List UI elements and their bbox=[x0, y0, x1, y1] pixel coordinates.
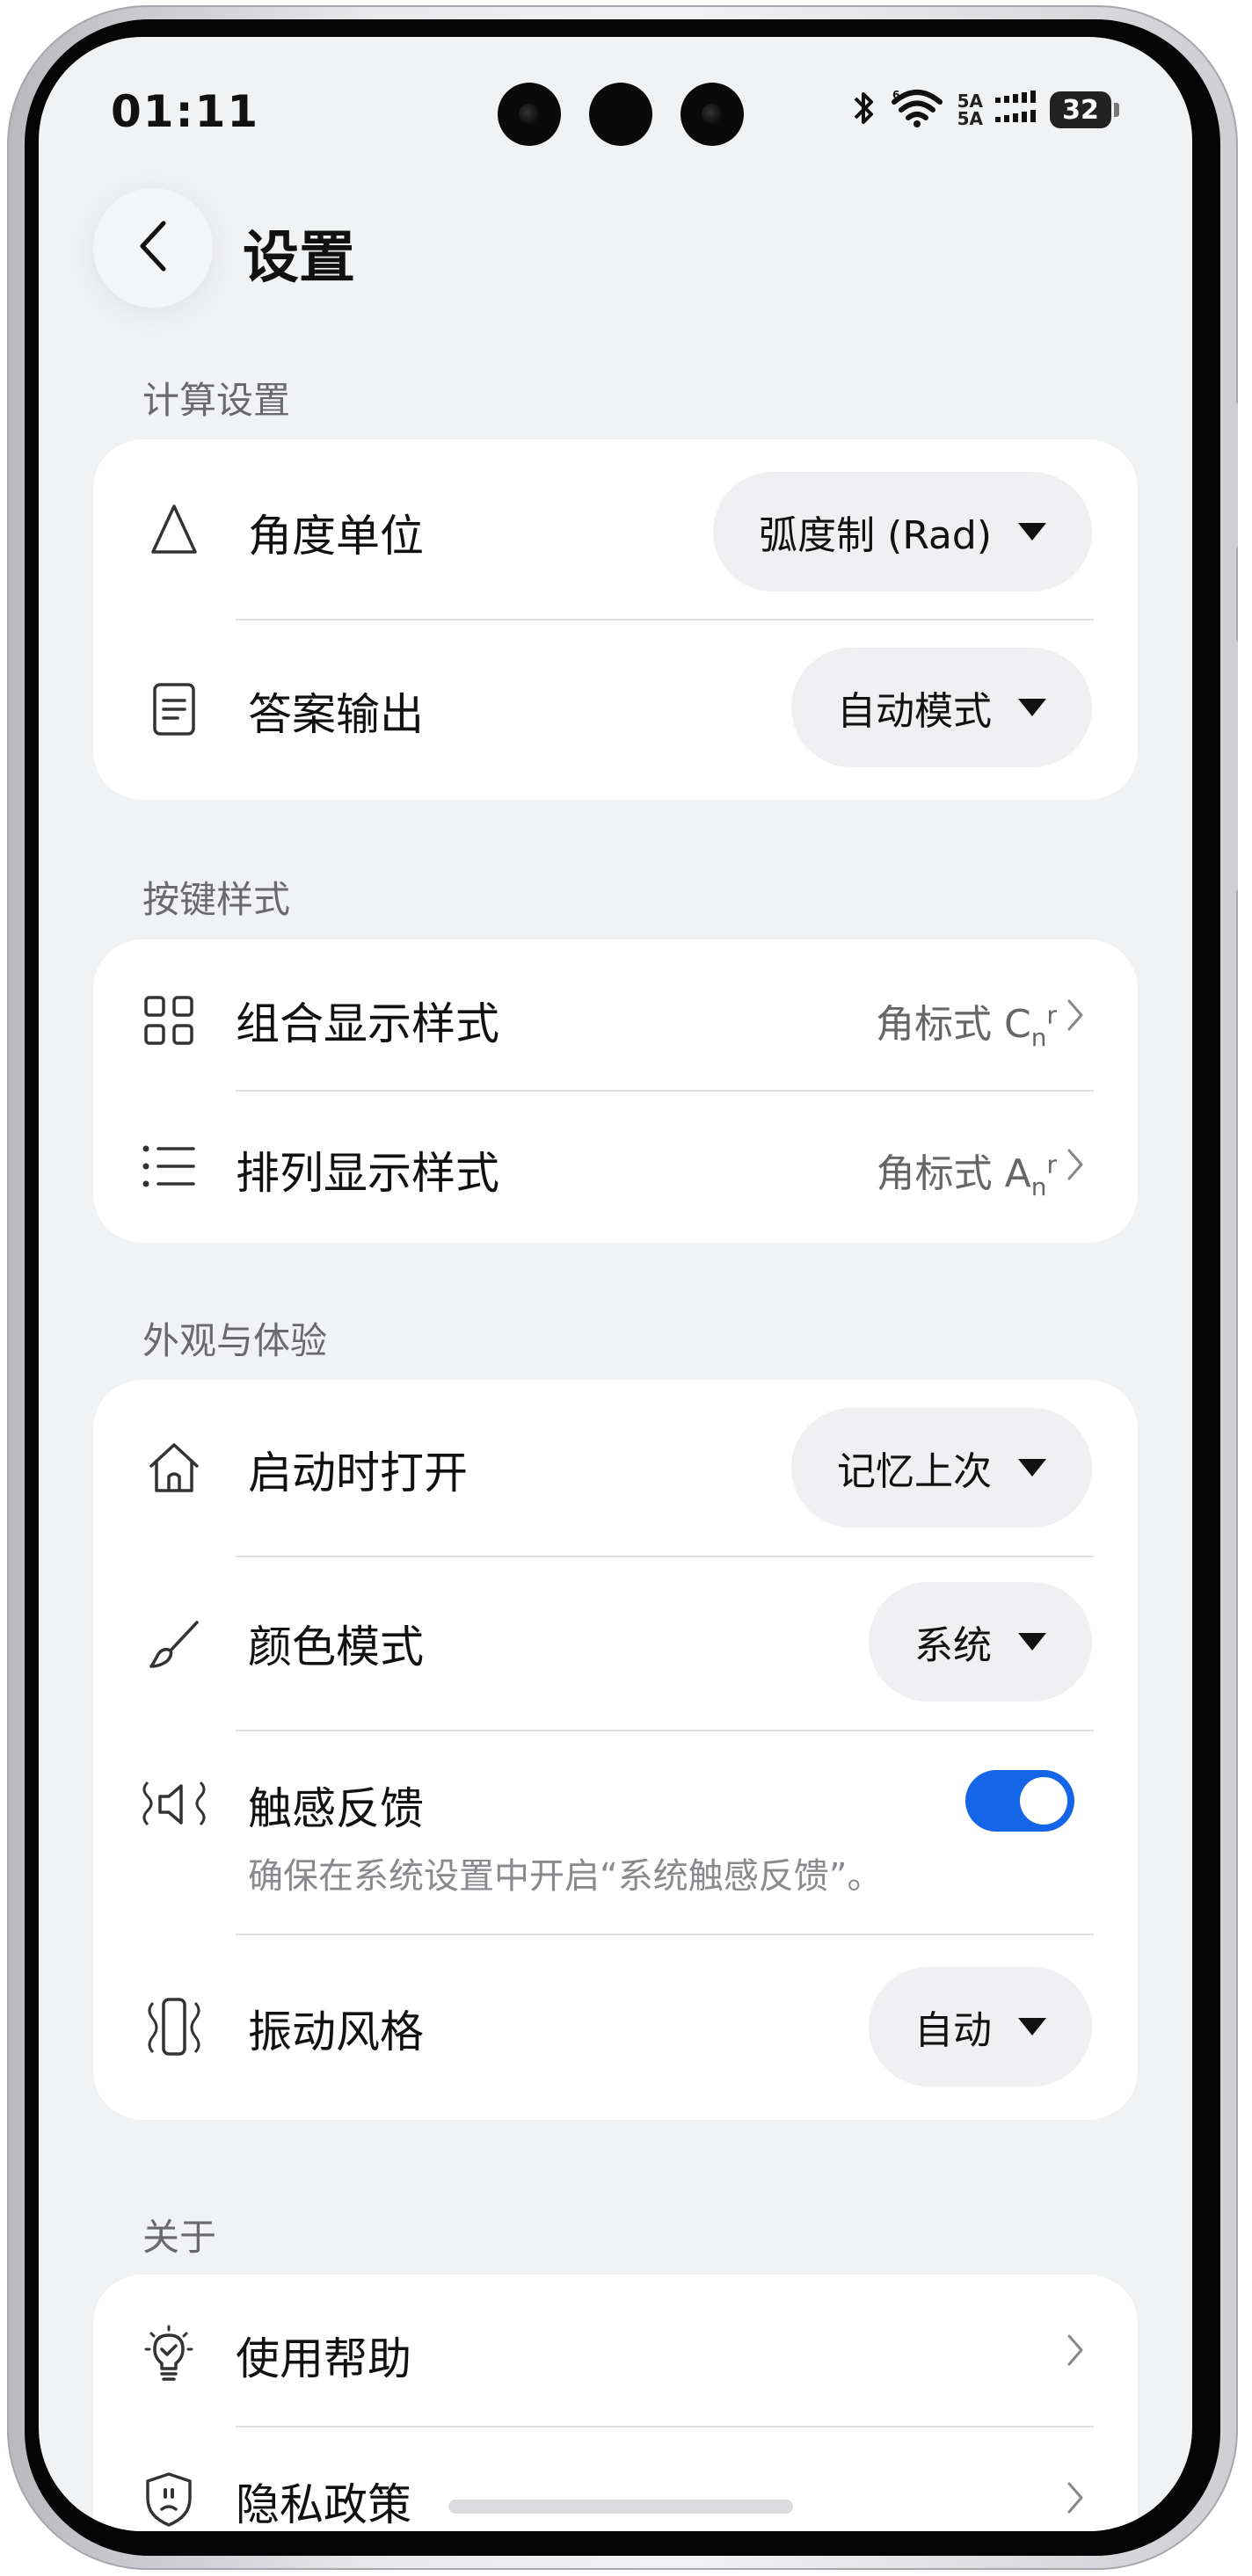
angle-unit-dropdown[interactable]: 弧度制 (Rad) bbox=[713, 472, 1092, 591]
caret-down-icon bbox=[1018, 1459, 1046, 1477]
toggle-knob bbox=[1020, 1777, 1067, 1825]
row-answer-output: 答案输出 自动模式 bbox=[93, 620, 1138, 800]
vibration-icon bbox=[137, 1995, 211, 2058]
chevron-right-icon bbox=[1067, 2334, 1083, 2366]
shield-icon bbox=[137, 2468, 200, 2531]
haptics-hint: 确保在系统设置中开启“系统触感反馈”。 bbox=[248, 1856, 883, 1897]
chevron-right-icon bbox=[1067, 999, 1083, 1031]
launch-dropdown[interactable]: 记忆上次 bbox=[791, 1408, 1092, 1527]
home-indicator[interactable] bbox=[448, 2500, 793, 2514]
section-label-appearance: 外观与体验 bbox=[142, 1319, 328, 1362]
triangle-icon bbox=[142, 497, 206, 561]
caret-down-icon bbox=[1018, 1633, 1046, 1651]
section-label-calc: 计算设置 bbox=[142, 379, 291, 422]
help-label: 使用帮助 bbox=[236, 2333, 411, 2384]
combination-value-sup: r bbox=[1046, 1000, 1057, 1030]
bluetooth-icon bbox=[852, 88, 877, 132]
battery-indicator: 32 bbox=[1050, 91, 1119, 128]
permutation-style-value: 角标式 Anr bbox=[877, 1142, 1057, 1201]
combination-style-label: 组合显示样式 bbox=[236, 998, 499, 1049]
chevron-left-icon bbox=[135, 218, 171, 278]
row-color-mode: 颜色模式 系统 bbox=[93, 1556, 1138, 1730]
row-permutation-style[interactable]: 排列显示样式 角标式 Anr bbox=[93, 1091, 1138, 1243]
haptics-toggle[interactable] bbox=[965, 1770, 1074, 1832]
row-angle-unit: 角度单位 弧度制 (Rad) bbox=[93, 439, 1138, 620]
appearance-card: 启动时打开 记忆上次 颜色模式 系统 触感反馈 确保在系统设置中开启“系统触感反… bbox=[93, 1380, 1138, 2120]
row-help[interactable]: 使用帮助 bbox=[93, 2275, 1138, 2426]
grid-icon bbox=[137, 989, 200, 1052]
color-mode-value: 系统 bbox=[914, 1623, 992, 1668]
wifi-icon: 6 bbox=[889, 88, 945, 132]
vibration-label: 振动风格 bbox=[248, 2006, 424, 2057]
permutation-style-label: 排列显示样式 bbox=[236, 1148, 499, 1199]
page-title: 设置 bbox=[243, 226, 355, 291]
signal-bars-icon bbox=[995, 91, 1037, 129]
section-label-about: 关于 bbox=[142, 2216, 217, 2259]
back-button[interactable] bbox=[93, 188, 213, 308]
caret-down-icon bbox=[1018, 699, 1046, 716]
color-mode-label: 颜色模式 bbox=[248, 1622, 424, 1673]
screen: 01:11 6 5A 5A 32 设置 计算设置 角度单位 弧度制 (Rad) … bbox=[39, 37, 1192, 2531]
brush-icon bbox=[142, 1614, 206, 1677]
row-combination-style[interactable]: 组合显示样式 角标式 Cnr bbox=[93, 940, 1138, 1091]
svg-text:6: 6 bbox=[892, 89, 899, 101]
signal-label-top: 5A bbox=[957, 91, 983, 112]
list-icon bbox=[137, 1135, 200, 1198]
answer-output-value: 自动模式 bbox=[837, 689, 992, 734]
vibration-value: 自动 bbox=[914, 2008, 992, 2053]
permutation-value-sup: r bbox=[1046, 1150, 1057, 1179]
chevron-right-icon bbox=[1067, 2482, 1083, 2514]
privacy-label: 隐私政策 bbox=[236, 2479, 411, 2530]
front-camera-left bbox=[498, 83, 561, 146]
caret-down-icon bbox=[1018, 523, 1046, 541]
about-card: 使用帮助 隐私政策 bbox=[93, 2275, 1138, 2531]
haptics-label: 触感反馈 bbox=[248, 1783, 424, 1834]
angle-unit-label: 角度单位 bbox=[248, 511, 424, 562]
row-vibration: 振动风格 自动 bbox=[93, 1934, 1138, 2120]
section-label-keys: 按键样式 bbox=[142, 878, 291, 921]
cellular-signal: 5A 5A bbox=[957, 92, 983, 127]
vibration-dropdown[interactable]: 自动 bbox=[869, 1967, 1092, 2086]
row-privacy[interactable]: 隐私政策 bbox=[93, 2426, 1138, 2531]
status-icons: 6 5A 5A 32 bbox=[852, 88, 1119, 132]
color-mode-dropdown[interactable]: 系统 bbox=[869, 1582, 1092, 1702]
permutation-value-sub: n bbox=[1030, 1172, 1047, 1201]
signal-label-bottom: 5A bbox=[957, 108, 983, 129]
angle-unit-value: 弧度制 (Rad) bbox=[759, 513, 992, 558]
combination-value-sub: n bbox=[1030, 1022, 1047, 1052]
caret-down-icon bbox=[1018, 2018, 1046, 2035]
volume-button bbox=[1229, 401, 1238, 550]
power-button bbox=[1229, 638, 1238, 893]
calc-settings-card: 角度单位 弧度制 (Rad) 答案输出 自动模式 bbox=[93, 439, 1138, 800]
chevron-right-icon bbox=[1067, 1149, 1083, 1180]
row-launch: 启动时打开 记忆上次 bbox=[93, 1380, 1138, 1556]
status-time: 01:11 bbox=[111, 86, 260, 137]
home-icon bbox=[142, 1436, 206, 1499]
document-icon bbox=[142, 678, 206, 741]
combination-value-text: 角标式 C bbox=[876, 1002, 1031, 1047]
front-camera-right bbox=[681, 83, 744, 146]
launch-value: 记忆上次 bbox=[837, 1449, 992, 1494]
lightbulb-icon bbox=[137, 2322, 200, 2385]
answer-output-dropdown[interactable]: 自动模式 bbox=[791, 648, 1092, 767]
haptic-speaker-icon bbox=[137, 1774, 211, 1837]
launch-label: 启动时打开 bbox=[248, 1448, 468, 1498]
combination-style-value: 角标式 Cnr bbox=[876, 992, 1057, 1052]
answer-output-label: 答案输出 bbox=[248, 689, 424, 740]
front-camera-center bbox=[589, 83, 652, 146]
key-style-card: 组合显示样式 角标式 Cnr 排列显示样式 角标式 Anr bbox=[93, 940, 1138, 1243]
permutation-value-text: 角标式 A bbox=[876, 1151, 1031, 1196]
row-haptics: 触感反馈 确保在系统设置中开启“系统触感反馈”。 bbox=[93, 1730, 1138, 1934]
